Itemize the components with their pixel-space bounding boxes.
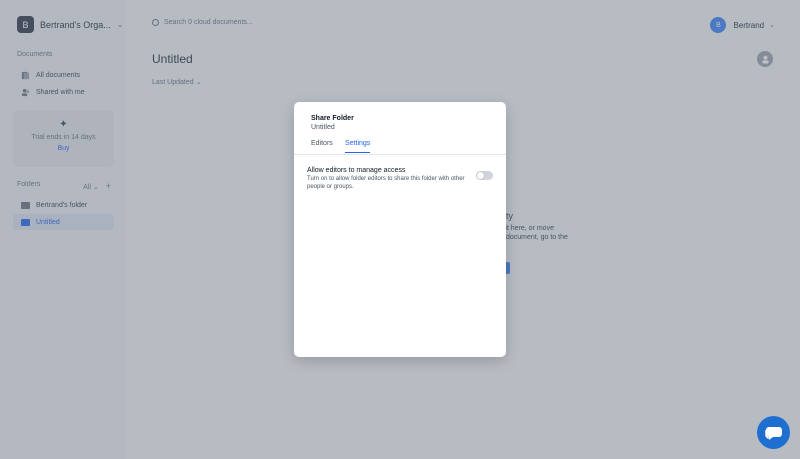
tab-editors[interactable]: Editors	[311, 140, 333, 152]
option-title: Allow editors to manage access	[307, 167, 406, 174]
dialog-title: Share Folder	[311, 115, 354, 122]
chat-icon	[764, 426, 782, 440]
share-folder-dialog: Share Folder Untitled Editors Settings A…	[294, 102, 506, 357]
manage-access-toggle[interactable]	[476, 171, 493, 180]
toggle-knob	[477, 172, 484, 179]
chat-support-button[interactable]	[757, 416, 790, 449]
dialog-tabs: Editors Settings	[294, 140, 506, 155]
option-description: Turn on to allow folder editors to share…	[307, 176, 465, 190]
dialog-subtitle: Untitled	[311, 124, 335, 131]
tab-settings[interactable]: Settings	[345, 140, 371, 153]
